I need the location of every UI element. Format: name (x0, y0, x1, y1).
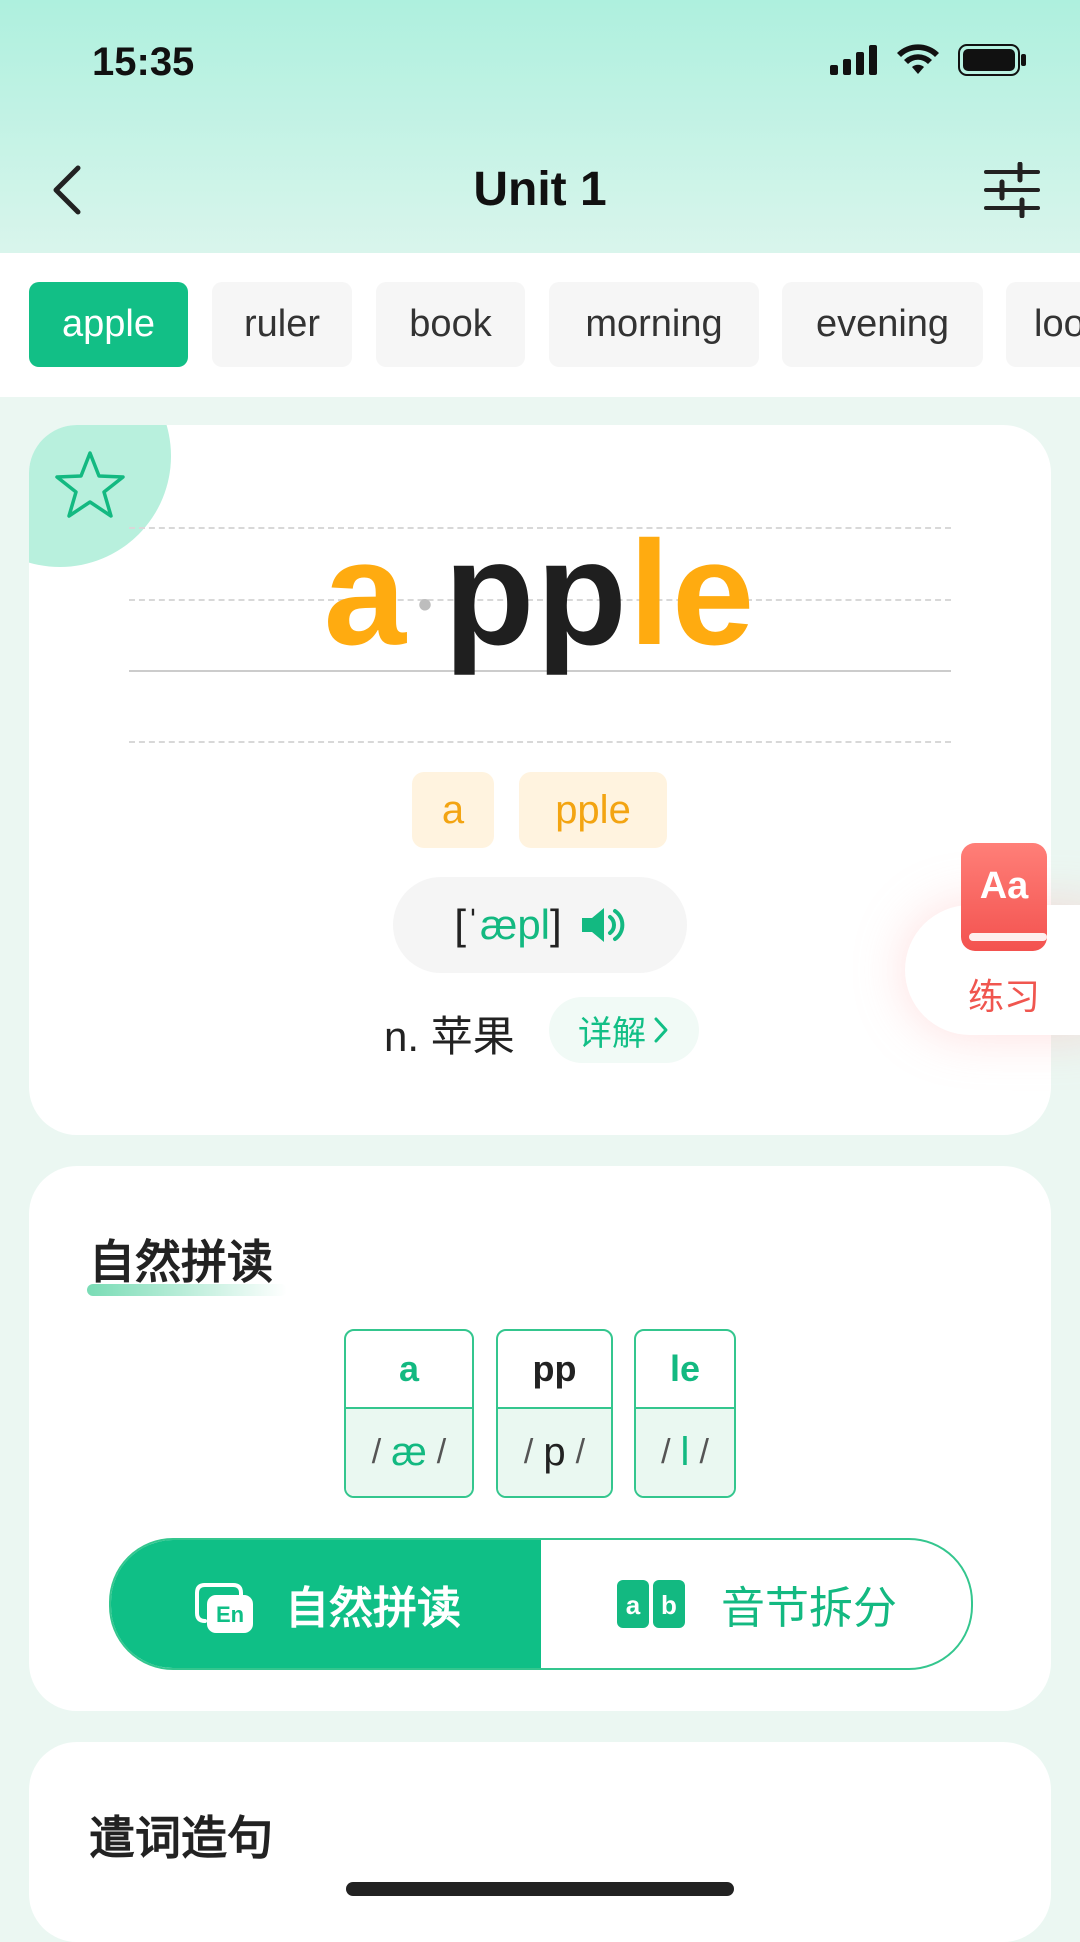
book-stripe (969, 933, 1047, 941)
word-part: l (628, 511, 672, 676)
filter-settings-icon[interactable] (982, 162, 1042, 218)
section-title-text: 自然拼读 (89, 1236, 273, 1288)
phonics-card: 自然拼读 a / æ / pp / p / le / l / En 自然拼读 a b (29, 1166, 1051, 1711)
tab-apple[interactable]: apple (29, 282, 188, 367)
svg-text:b: b (661, 1590, 677, 1620)
word-card: a •pple a pple [ˈæpl] n. 苹果 详解 (29, 425, 1051, 1135)
section-title: 自然拼读 (87, 1226, 287, 1296)
wifi-icon (897, 44, 939, 74)
practice-label[interactable]: 练习 (968, 968, 1040, 1020)
word-part: e (671, 511, 757, 676)
speaker-icon[interactable] (580, 905, 626, 945)
page-title: Unit 1 (473, 163, 607, 216)
phonics-box[interactable]: pp / p / (496, 1329, 613, 1498)
star-icon[interactable] (53, 449, 127, 521)
status-icons (830, 44, 1028, 76)
guide-line (129, 741, 951, 743)
phonics-sound: / æ / (346, 1409, 472, 1496)
svg-text:En: En (216, 1602, 244, 1627)
syllable-split-icon: a b (617, 1580, 685, 1628)
detail-button[interactable]: 详解 (549, 997, 699, 1063)
word-part: pp (444, 511, 629, 676)
phonics-letters: a (346, 1331, 472, 1409)
syllable-dot: • (418, 582, 435, 627)
mode-toggle: En 自然拼读 a b 音节拆分 (109, 1538, 973, 1670)
svg-text:a: a (626, 1590, 641, 1620)
status-time: 15:35 (92, 40, 195, 84)
phonics-box[interactable]: le / l / (634, 1329, 736, 1498)
syllable-chip[interactable]: a (412, 772, 494, 848)
phonics-letters: pp (498, 1331, 611, 1409)
mode-syllable-button[interactable]: a b 音节拆分 (541, 1540, 971, 1668)
mode-phonics-label: 自然拼读 (285, 1584, 461, 1633)
practice-book-icon[interactable]: Aa (961, 843, 1047, 951)
syllable-chip[interactable]: pple (519, 772, 667, 848)
word-tabs: apple ruler book morning evening loo (0, 253, 1080, 397)
tab-ruler[interactable]: ruler (212, 282, 352, 367)
header: 15:35 Unit 1 (0, 0, 1080, 253)
battery-icon (958, 44, 1026, 76)
phonetic-pill[interactable]: [ˈæpl] (393, 877, 687, 973)
word-part: a (323, 511, 409, 676)
word-meaning: n. 苹果 (384, 1013, 515, 1060)
section-title-text: 遣词造句 (89, 1812, 273, 1864)
phonics-box[interactable]: a / æ / (344, 1329, 474, 1498)
home-indicator[interactable] (346, 1882, 734, 1896)
tab-book[interactable]: book (376, 282, 525, 367)
tab-evening[interactable]: evening (782, 282, 983, 367)
section-title: 遣词造句 (87, 1802, 287, 1872)
phonics-mode-icon: En (195, 1583, 253, 1633)
phonics-letters: le (636, 1331, 734, 1409)
tab-look[interactable]: loo (1006, 282, 1080, 367)
mode-syllable-label: 音节拆分 (721, 1584, 897, 1633)
chevron-right-icon (654, 1017, 668, 1043)
sentence-card: 遣词造句 (29, 1742, 1051, 1942)
tab-morning[interactable]: morning (549, 282, 759, 367)
word-display: a •pple (29, 520, 1051, 668)
phonetic-text: [ˈæpl] (454, 901, 562, 948)
phonics-sound: / l / (636, 1409, 734, 1496)
mode-phonics-button[interactable]: En 自然拼读 (111, 1540, 541, 1668)
detail-label: 详解 (578, 1014, 646, 1053)
signal-icon (830, 45, 877, 75)
phonics-sound: / p / (498, 1409, 611, 1496)
